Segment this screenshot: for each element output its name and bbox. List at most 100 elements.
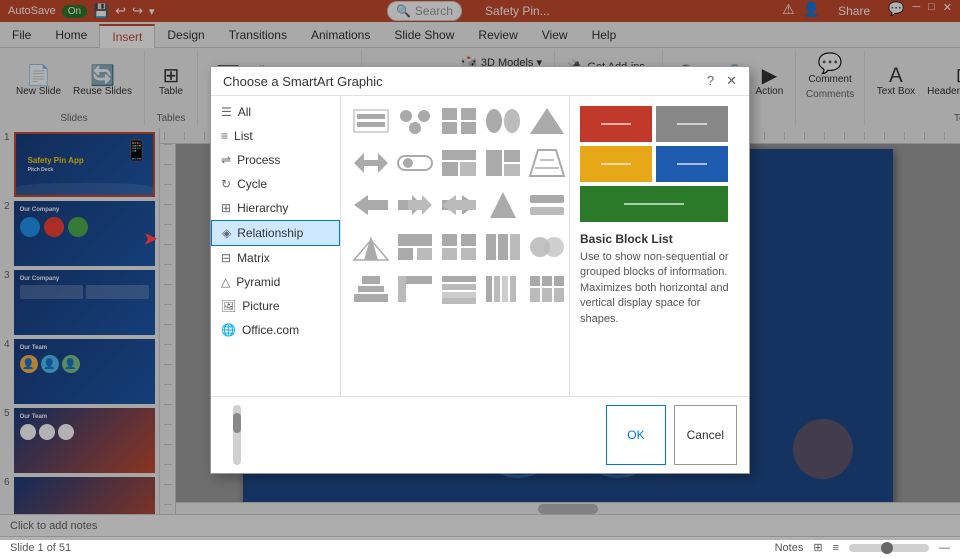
smartart-item-15[interactable]: [347, 186, 395, 224]
smartart-item-34[interactable]: [567, 270, 569, 308]
sidebar-matrix[interactable]: ⊟ Matrix: [211, 246, 340, 270]
smartart-item-13[interactable]: [567, 144, 569, 182]
preview-block-red: [580, 106, 652, 142]
preview-row-1: [580, 106, 739, 142]
smartart-item-3[interactable]: [435, 102, 483, 140]
dialog-title-bar: Choose a SmartArt Graphic ? ✕: [211, 67, 749, 96]
smartart-item-25[interactable]: [479, 228, 527, 266]
smartart-svg-32: [484, 274, 522, 304]
smartart-item-24[interactable]: [435, 228, 483, 266]
smartart-svg-22: [352, 232, 390, 262]
dialog-sidebar: ☰ All ≡ List ⇌ Process ↻ Cycle ⊞ Hiera: [211, 96, 341, 396]
smartart-svg-16: [396, 190, 434, 220]
officecom-label: Office.com: [242, 323, 299, 337]
smartart-item-29[interactable]: [347, 270, 395, 308]
preview-title: Basic Block List: [580, 232, 739, 246]
dialog-footer: OK Cancel: [211, 396, 749, 473]
smartart-svg-31: [440, 274, 478, 304]
callout-arrow-icon: ➤: [143, 228, 158, 249]
smartart-item-26[interactable]: [523, 228, 569, 266]
cycle-label: Cycle: [237, 177, 267, 191]
smartart-item-9[interactable]: [391, 144, 439, 182]
smartart-item-31[interactable]: [435, 270, 483, 308]
smartart-item-2[interactable]: [391, 102, 439, 140]
sidebar-relationship[interactable]: ◈ Relationship: [211, 220, 340, 246]
sidebar-list[interactable]: ≡ List: [211, 124, 340, 148]
sidebar-process[interactable]: ⇌ Process: [211, 148, 340, 172]
smartart-item-17[interactable]: [435, 186, 483, 224]
preview-block-yellow: [580, 146, 652, 182]
smartart-item-10[interactable]: [435, 144, 483, 182]
smartart-item-11[interactable]: [479, 144, 527, 182]
smartart-item-30[interactable]: [391, 270, 439, 308]
matrix-label: Matrix: [237, 251, 270, 265]
cancel-button[interactable]: Cancel: [674, 405, 737, 465]
smartart-svg-3: [440, 106, 478, 136]
smartart-svg-26: [528, 232, 566, 262]
preview-block-blue: [656, 146, 728, 182]
smartart-item-4[interactable]: [479, 102, 527, 140]
zoom-slider[interactable]: [849, 544, 929, 552]
picture-label: Picture: [242, 299, 279, 313]
notes-button[interactable]: Notes: [775, 542, 804, 554]
smartart-svg-17: [440, 190, 478, 220]
smartart-item-12[interactable]: [523, 144, 569, 182]
dialog-help-icon[interactable]: ?: [707, 73, 714, 89]
sidebar-officecom[interactable]: 🌐 Office.com: [211, 318, 340, 342]
list-icon: ≡: [221, 129, 228, 143]
smartart-dialog: Choose a SmartArt Graphic ? ✕ ☰ All ≡ Li…: [210, 66, 750, 474]
dialog-preview: Basic Block List Use to show non-sequent…: [569, 96, 749, 396]
dialog-close-button[interactable]: ✕: [726, 73, 737, 89]
relationship-icon: ◈: [222, 226, 231, 240]
sidebar-picture[interactable]: 🖼 Picture: [211, 294, 340, 318]
preview-row-3: [580, 186, 739, 222]
cycle-icon: ↻: [221, 177, 231, 191]
slide-count: Slide 1 of 51: [10, 542, 71, 554]
dialog-overlay: Choose a SmartArt Graphic ? ✕ ☰ All ≡ Li…: [0, 0, 960, 540]
ok-button[interactable]: OK: [606, 405, 665, 465]
smartart-item-16[interactable]: [391, 186, 439, 224]
process-label: Process: [237, 153, 280, 167]
process-icon: ⇌: [221, 153, 231, 167]
smartart-svg-9: [396, 148, 434, 178]
smartart-grid: [341, 96, 569, 396]
smartart-item-23[interactable]: [391, 228, 439, 266]
smartart-item-6[interactable]: [567, 102, 569, 140]
smartart-item-19[interactable]: [523, 186, 569, 224]
smartart-item-20[interactable]: [567, 186, 569, 224]
smartart-svg-29: [352, 274, 390, 304]
grid-scroll-indicator: [223, 405, 598, 465]
sidebar-pyramid[interactable]: △ Pyramid: [211, 270, 340, 294]
dialog-body: ☰ All ≡ List ⇌ Process ↻ Cycle ⊞ Hiera: [211, 96, 749, 396]
smartart-svg-23: [396, 232, 434, 262]
sidebar-cycle[interactable]: ↻ Cycle: [211, 172, 340, 196]
smartart-svg-33: [528, 274, 566, 304]
smartart-item-8[interactable]: [347, 144, 395, 182]
dialog-title-text: Choose a SmartArt Graphic: [223, 74, 383, 89]
officecom-icon: 🌐: [221, 323, 236, 337]
smartart-item-22[interactable]: [347, 228, 395, 266]
pyramid-label: Pyramid: [236, 275, 280, 289]
smartart-item-32[interactable]: [479, 270, 527, 308]
smartart-item-33[interactable]: [523, 270, 569, 308]
smartart-item-18[interactable]: [479, 186, 527, 224]
slide-view-icon[interactable]: ⊞: [813, 541, 822, 554]
smartart-item-1[interactable]: [347, 102, 395, 140]
preview-block-green: [580, 186, 728, 222]
preview-block-gray: [656, 106, 728, 142]
matrix-icon: ⊟: [221, 251, 231, 265]
smartart-svg-1: [352, 106, 390, 136]
relationship-label: Relationship: [237, 226, 303, 240]
smartart-svg-2: [396, 106, 434, 136]
preview-row-2: [580, 146, 739, 182]
smartart-item-27[interactable]: [567, 228, 569, 266]
outline-view-icon[interactable]: ≡: [833, 542, 839, 554]
status-right: Notes ⊞ ≡ —: [775, 541, 950, 554]
hierarchy-icon: ⊞: [221, 201, 231, 215]
pyramid-icon: △: [221, 275, 230, 289]
preview-blocks: [580, 106, 739, 222]
smartart-item-5[interactable]: [523, 102, 569, 140]
dialog-title-controls: ? ✕: [707, 73, 737, 89]
sidebar-all[interactable]: ☰ All: [211, 100, 340, 124]
sidebar-hierarchy[interactable]: ⊞ Hierarchy: [211, 196, 340, 220]
